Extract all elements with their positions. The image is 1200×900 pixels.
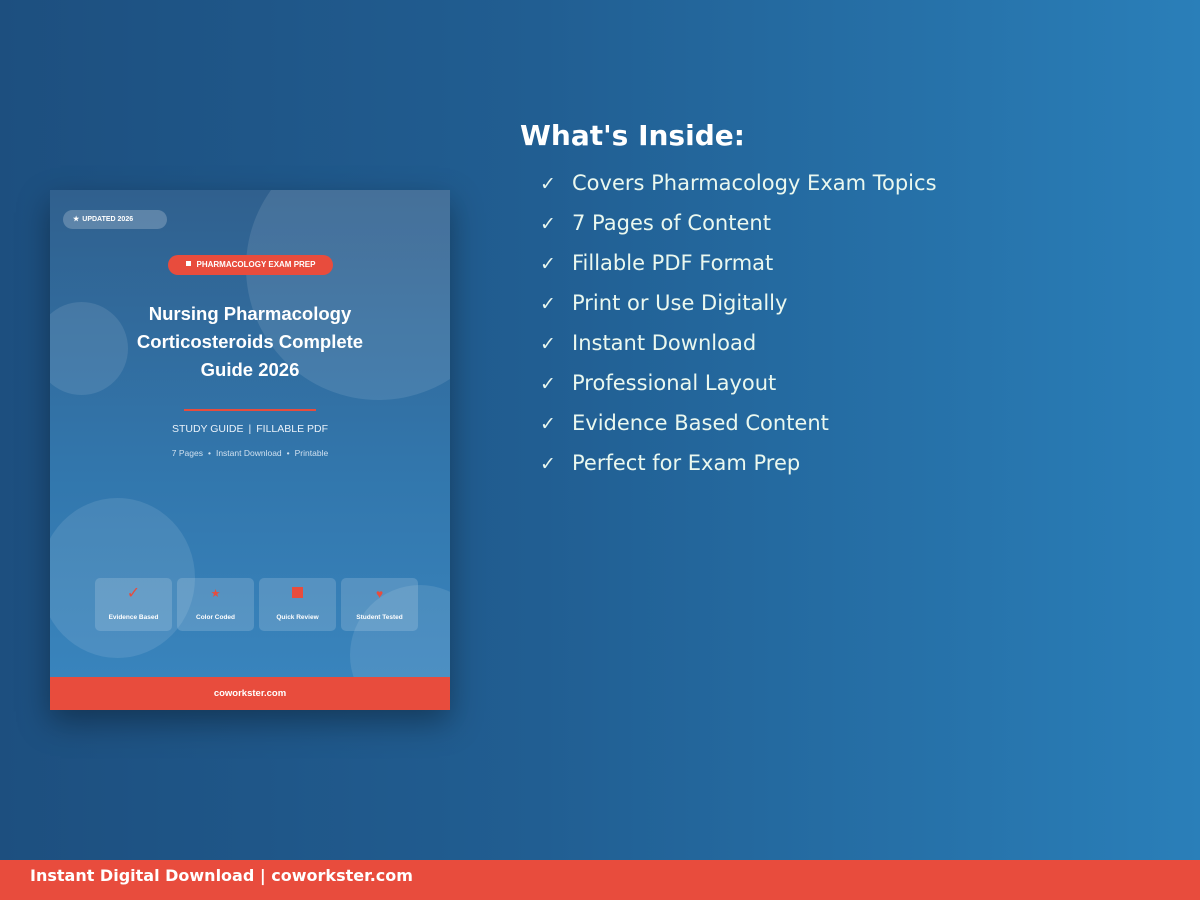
heart-icon: ♥ [375,587,384,601]
cover-subtitle: STUDY GUIDE | FILLABLE PDF [50,423,450,435]
list-item-label: 7 Pages of Content [572,211,771,235]
whats-inside-list: ✓ Covers Pharmacology Exam Topics ✓ 7 Page… [540,168,937,488]
cover-meta: 7 Pages • Instant Download • Printable [50,448,450,458]
list-item-label: Instant Download [572,331,757,355]
meta-download: Instant Download [215,448,282,458]
guide-format: FILLABLE PDF [256,423,329,435]
check-icon: ✓ [540,453,556,475]
list-item: ✓ 7 Pages of Content [540,208,937,248]
list-item-label: Perfect for Exam Prep [572,451,801,475]
feature-cards: ✓ Evidence Based ★ Color Coded Quick Rev… [95,578,418,631]
list-item: ✓ Print or Use Digitally [540,288,937,328]
list-item: ✓ Instant Download [540,328,937,368]
list-item-label: Professional Layout [572,371,777,395]
check-icon: ✓ [540,413,556,435]
list-item-label: Print or Use Digitally [572,291,788,315]
square-icon [259,584,336,604]
list-item-label: Fillable PDF Format [572,251,774,275]
feature-card: ✓ Evidence Based [95,578,172,631]
bullet-icon: • [207,448,211,458]
meta-printable: Printable [294,448,329,458]
list-item: ✓ Fillable PDF Format [540,248,937,288]
check-icon: ✓ [540,173,556,195]
list-item: ✓ Evidence Based Content [540,408,937,448]
star-icon: ★ [73,216,80,223]
square-icon [185,261,191,266]
product-cover: ★ UPDATED 2026 PHARMACOLOGY EXAM PREP Nur… [50,190,450,710]
check-icon: ✓ [540,253,556,275]
star-icon: ★ [210,588,221,600]
check-icon: ✓ [540,213,556,235]
cover-footer: coworkster.com [50,677,450,710]
feature-label: Color Coded [196,614,235,621]
feature-card: Quick Review [259,578,336,631]
banner-text: Instant Digital Download | coworkster.co… [30,866,413,885]
feature-card: ♥ Student Tested [341,578,418,631]
guide-type: STUDY GUIDE [171,423,244,435]
feature-card: ★ Color Coded [177,578,254,631]
check-icon: ✓ [126,585,141,602]
cover-title-line: Nursing Pharmacology [148,303,352,324]
check-icon: ✓ [540,293,556,315]
subtitle-separator: | [248,423,252,435]
updated-badge-label: UPDATED 2026 [82,216,134,223]
check-icon: ✓ [540,333,556,355]
feature-label: Student Tested [356,614,403,621]
list-item-label: Evidence Based Content [572,411,829,435]
cover-title: Nursing Pharmacology Corticosteroids Com… [70,300,430,384]
list-item: ✓ Perfect for Exam Prep [540,448,937,488]
check-icon: ✓ [540,373,556,395]
updated-badge: ★ UPDATED 2026 [63,210,167,229]
category-pill: PHARMACOLOGY EXAM PREP [168,255,333,275]
category-label: PHARMACOLOGY EXAM PREP [196,260,316,269]
list-item: ✓ Professional Layout [540,368,937,408]
meta-pages: 7 Pages [171,448,203,458]
list-item-label: Covers Pharmacology Exam Topics [572,171,937,195]
divider [184,409,316,411]
feature-label: Quick Review [276,614,319,621]
whats-inside-heading: What's Inside: [520,119,745,152]
bottom-banner: Instant Digital Download | coworkster.co… [0,860,1200,900]
bullet-icon: • [286,448,290,458]
cover-title-line: Guide 2026 [200,359,300,380]
list-item: ✓ Covers Pharmacology Exam Topics [540,168,937,208]
cover-title-line: Corticosteroids Complete [136,331,364,352]
feature-label: Evidence Based [108,614,159,621]
